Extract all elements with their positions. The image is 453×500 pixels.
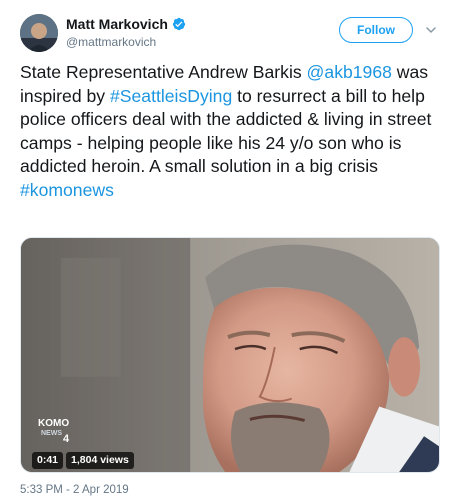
logo-text-komo: KOMO: [38, 418, 69, 429]
video-player[interactable]: KOMO NEWS 4 0:41 1,804 views: [20, 237, 440, 473]
author-handle[interactable]: @mattmarkovich: [66, 35, 156, 49]
follow-button[interactable]: Follow: [339, 17, 413, 43]
video-duration: 0:41: [32, 452, 64, 469]
hashtag-link-seattleisdying[interactable]: #SeattleisDying: [110, 86, 232, 106]
avatar-image: [20, 14, 58, 52]
author-display-name[interactable]: Matt Markovich: [66, 16, 168, 32]
tweet-timestamp[interactable]: 5:33 PM - 2 Apr 2019: [20, 484, 129, 496]
logo-text-number: 4: [63, 433, 70, 444]
mention-link[interactable]: @akb1968: [307, 62, 392, 82]
video-view-count: 1,804 views: [66, 452, 134, 469]
hashtag-link-komonews[interactable]: #komonews: [20, 180, 114, 200]
logo-text-news: NEWS: [41, 430, 62, 437]
avatar[interactable]: [20, 14, 58, 52]
verified-badge-icon: [172, 17, 186, 31]
komo-news-logo: KOMO NEWS 4: [38, 418, 70, 444]
tweet-text: State Representative Andrew Barkis @akb1…: [20, 61, 440, 202]
chevron-down-icon[interactable]: [425, 24, 437, 36]
author-display-name-row[interactable]: Matt Markovich: [66, 16, 186, 32]
tweet-text-segment: State Representative Andrew Barkis: [20, 62, 307, 82]
video-stats: 0:41 1,804 views: [32, 452, 134, 469]
